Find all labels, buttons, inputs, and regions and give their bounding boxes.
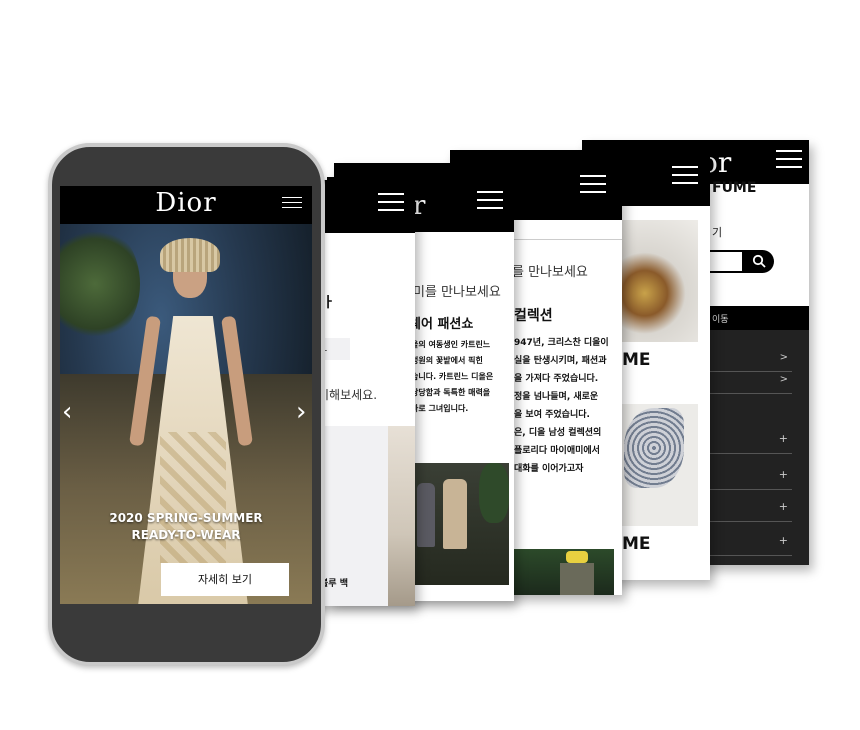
search-button[interactable] [742, 250, 774, 273]
hamburger-menu-icon[interactable] [282, 197, 302, 208]
section-label: ME [622, 350, 651, 370]
body-line: 정원의 꽃밭에서 픽힌 [411, 356, 483, 365]
hamburger-menu-icon[interactable] [477, 191, 503, 209]
body-line: 바로 그녀입니다. [411, 404, 469, 413]
hero-title-line: READY-TO-WEAR [131, 528, 241, 542]
card-subtitle: 를 만나보세요 [512, 265, 588, 280]
hero-banner-image: ‹ › 2020 SPRING-SUMMER READY-TO-WEAR [60, 224, 312, 604]
section-title-fragment: FUME [712, 180, 757, 196]
body-line: 습니다. 카트린느 디올은 [411, 372, 494, 381]
text-fragment: 비해보세요. [318, 388, 378, 402]
hamburger-menu-icon[interactable] [378, 193, 404, 211]
body-line: 대화를 이어가고자 [514, 464, 584, 474]
collection-image [514, 549, 614, 595]
menu-row[interactable]: > [708, 372, 792, 394]
divider [514, 239, 622, 240]
nav-label: 이동 [712, 315, 729, 325]
card-heading: 웨어 패션쇼 [409, 317, 474, 332]
card-heading: 컬렉션 [514, 308, 553, 324]
menu-row[interactable]: > [708, 350, 792, 372]
body-line: 을 보여 주었습니다. [514, 410, 590, 420]
chevron-right-icon[interactable]: › [296, 399, 310, 425]
body-line: 을 가져다 주었습니다. [514, 374, 599, 384]
hamburger-menu-icon[interactable] [776, 150, 802, 168]
body-line: 당당함과 독특한 매력을 [411, 388, 491, 397]
body-line: 은, 디올 남성 컬렉션의 [514, 428, 602, 438]
body-line: 실을 탄생시키며, 패션과 [514, 356, 607, 366]
phone-screen: Dior ‹ › 2020 SPRING-SUMMER READY-TO-WEA… [60, 186, 312, 604]
search-label: 기 [712, 226, 723, 239]
site-header: Dior [60, 186, 312, 224]
perfume-image-bottom [622, 404, 698, 526]
card-subtitle: 미를 만나보세요 [413, 285, 501, 300]
hero-title-line: 2020 SPRING-SUMMER [109, 511, 263, 525]
menu-row[interactable]: + [708, 528, 792, 556]
search-icon [752, 254, 766, 268]
dior-logo[interactable]: Dior [60, 188, 312, 218]
menu-row[interactable]: + [708, 462, 792, 490]
menu-row[interactable]: + [708, 426, 792, 454]
view-details-button[interactable]: 자세히 보기 [161, 563, 289, 596]
hamburger-menu-icon[interactable] [580, 175, 606, 193]
body-line: 울의 여동생인 카트린느 [411, 340, 491, 349]
body-line: 947년, 크리스찬 디올이 [514, 338, 609, 348]
hamburger-menu-icon[interactable] [672, 166, 698, 184]
menu-row[interactable]: + [708, 494, 792, 522]
section-label: ME [622, 534, 651, 554]
body-line: 정을 넘나들며, 새로운 [514, 392, 599, 402]
perfume-image-top [622, 220, 698, 342]
hero-title: 2020 SPRING-SUMMER READY-TO-WEAR [60, 510, 312, 544]
chevron-left-icon[interactable]: ‹ [62, 399, 76, 425]
body-line: 플로리다 마이애미에서 [514, 446, 600, 456]
